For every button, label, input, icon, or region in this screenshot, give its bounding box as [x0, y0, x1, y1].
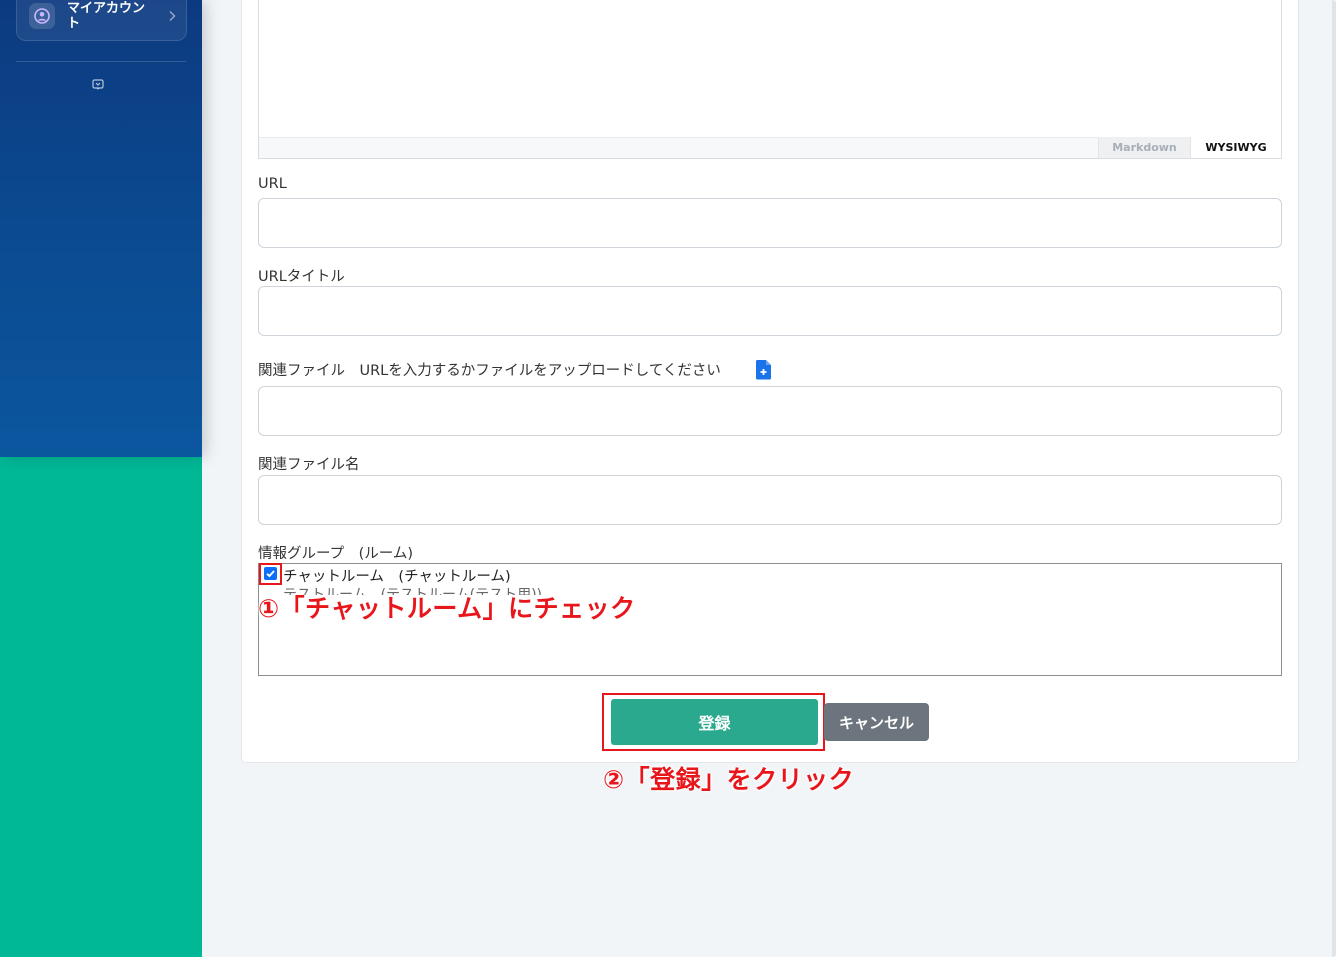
my-account-button[interactable]: マイアカウント	[16, 0, 187, 41]
related-file-name-input[interactable]	[258, 475, 1282, 525]
related-file-label: 関連ファイル URLを入力するかファイルをアップロードしてください	[258, 363, 721, 379]
editor-mode-bar: Markdown WYSIWYG	[259, 137, 1281, 158]
chevron-right-icon	[168, 10, 176, 22]
related-file-input[interactable]	[258, 386, 1282, 436]
user-circle-icon	[29, 2, 55, 29]
url-input[interactable]	[258, 198, 1282, 248]
submit-button[interactable]: 登録	[611, 699, 818, 745]
annotation-step-2: ②「登録」をクリック	[603, 765, 855, 794]
sidebar-divider	[16, 61, 186, 62]
window-edge	[1332, 0, 1336, 957]
sidebar: マイアカウント	[0, 0, 202, 957]
annotation-step-1: ①「チャットルーム」にチェック	[258, 594, 636, 623]
my-account-label: マイアカウント	[67, 0, 146, 31]
url-title-label: URLタイトル	[258, 269, 345, 285]
content-editor[interactable]: Markdown WYSIWYG	[258, 0, 1282, 159]
checkmark-icon	[266, 570, 275, 578]
info-group-label: 情報グループ (ルーム)	[258, 546, 414, 562]
sidebar-nav-area: マイアカウント	[0, 0, 202, 457]
info-group-item-chatroom[interactable]: チャットルーム (チャットルーム)	[283, 565, 511, 586]
related-file-name-label: 関連ファイル名	[258, 457, 360, 473]
collapse-sidebar-icon[interactable]	[92, 79, 104, 91]
url-title-input[interactable]	[258, 286, 1282, 336]
url-label: URL	[258, 176, 287, 192]
tab-markdown[interactable]: Markdown	[1098, 137, 1190, 158]
tab-wysiwyg[interactable]: WYSIWYG	[1190, 137, 1281, 158]
chatroom-checkbox[interactable]	[264, 567, 277, 580]
file-upload-icon[interactable]	[755, 359, 772, 380]
cancel-button[interactable]: キャンセル	[824, 703, 929, 741]
